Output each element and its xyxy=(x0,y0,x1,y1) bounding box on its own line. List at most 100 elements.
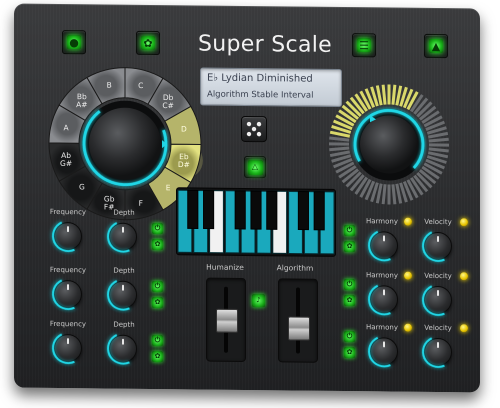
velocity-led[interactable] xyxy=(460,272,468,281)
frequency-knob[interactable] xyxy=(47,273,89,315)
dial-tick xyxy=(395,85,403,106)
frequency-label: Frequency xyxy=(49,265,87,275)
piano-black-key[interactable] xyxy=(250,190,262,230)
sliders-icon: ☰ xyxy=(357,38,371,53)
row-settings-button[interactable]: ✿ xyxy=(344,295,355,307)
gear-icon: ✿ xyxy=(346,348,353,357)
velocity-led[interactable] xyxy=(460,324,468,333)
velocity-led[interactable] xyxy=(460,218,468,227)
settings-button[interactable]: ✿ xyxy=(136,30,160,56)
piano-black-key[interactable] xyxy=(234,190,246,230)
harmony-label: Harmony xyxy=(366,217,398,226)
note-label: C xyxy=(138,81,143,90)
velocity-label: Velocity xyxy=(424,217,452,227)
harmony-led[interactable] xyxy=(404,217,412,226)
note-label: AbG# xyxy=(60,151,72,168)
plugin-panel: ● ✿ ☰ ▲ Super Scale E♭ Lydian Diminished… xyxy=(14,3,480,393)
piano-black-key[interactable] xyxy=(187,189,199,229)
frequency-label: Frequency xyxy=(49,207,87,217)
power-icon: ⏻ xyxy=(346,280,353,289)
note-label: E xyxy=(166,183,171,192)
humanize-slider-handle[interactable] xyxy=(216,308,238,333)
piano-black-key[interactable] xyxy=(297,191,309,231)
app-title: Super Scale xyxy=(198,31,332,58)
depth-knob[interactable] xyxy=(102,328,144,370)
harmony-label: Harmony xyxy=(366,323,398,332)
row-power-button[interactable]: ⏻ xyxy=(344,279,355,291)
piano-black-key[interactable] xyxy=(266,190,278,230)
harmony-led[interactable] xyxy=(404,323,412,332)
music-note-icon: ♪ xyxy=(256,296,261,305)
row-settings-button[interactable]: ✿ xyxy=(152,351,163,363)
note-label: EbD# xyxy=(178,152,190,169)
shapes-icon: △ xyxy=(247,159,263,175)
warning-icon: ▲ xyxy=(429,38,443,54)
harmony-led[interactable] xyxy=(404,271,412,280)
row-settings-button[interactable]: ✿ xyxy=(152,297,163,309)
row-power-button[interactable]: ⏻ xyxy=(152,281,163,293)
velocity-knob[interactable] xyxy=(417,279,459,321)
harmony-knob[interactable] xyxy=(363,278,405,321)
note-label: B xyxy=(107,81,112,90)
note-label: DbC# xyxy=(162,93,174,110)
warning-button[interactable]: ▲ xyxy=(424,33,448,59)
harmony-knob[interactable] xyxy=(363,330,405,373)
note-toggle-button[interactable]: ♪ xyxy=(252,294,265,308)
harmony-label: Harmony xyxy=(366,271,398,280)
dial-tick xyxy=(329,146,350,152)
row-power-button[interactable]: ⏻ xyxy=(152,335,163,347)
row-settings-button[interactable]: ✿ xyxy=(152,239,163,251)
algorithm-label: Algorithm xyxy=(276,263,314,273)
dial-tick xyxy=(329,136,350,142)
velocity-knob[interactable] xyxy=(417,225,459,267)
piano-black-key[interactable] xyxy=(313,191,325,231)
dial-tick xyxy=(427,131,449,139)
power-icon: ⏻ xyxy=(154,282,161,291)
gear-icon: ✿ xyxy=(154,240,161,249)
row-power-button[interactable]: ⏻ xyxy=(344,331,355,343)
dice-icon xyxy=(246,121,262,137)
gear-icon: ✿ xyxy=(154,298,161,307)
gear-icon: ✿ xyxy=(346,242,353,251)
randomize-dice-button[interactable] xyxy=(241,115,267,143)
dial-tick xyxy=(391,84,397,105)
frequency-knob[interactable] xyxy=(47,215,89,257)
humanize-slider[interactable] xyxy=(206,277,246,362)
row-power-button[interactable]: ⏻ xyxy=(152,223,163,235)
depth-knob[interactable] xyxy=(102,216,144,258)
depth-label: Depth xyxy=(113,320,135,329)
frequency-knob[interactable] xyxy=(47,327,89,369)
note-label: D xyxy=(181,125,187,134)
dial-tick xyxy=(329,150,351,158)
row-settings-button[interactable]: ✿ xyxy=(344,241,355,253)
gear-icon: ✿ xyxy=(346,296,353,305)
piano-black-key[interactable] xyxy=(203,190,215,230)
note-label: A xyxy=(64,123,70,132)
power-icon: ● xyxy=(67,35,81,50)
dial-tick xyxy=(428,147,449,153)
main-dial[interactable] xyxy=(326,81,452,208)
frequency-label: Frequency xyxy=(49,319,87,329)
algorithm-slider[interactable] xyxy=(278,278,318,363)
mixer-button[interactable]: ☰ xyxy=(352,33,376,58)
row-power-button[interactable]: ⏻ xyxy=(344,225,355,237)
row-settings-button[interactable]: ✿ xyxy=(344,347,355,359)
gear-icon: ✿ xyxy=(154,352,161,361)
dial-tick xyxy=(395,183,403,204)
dial-tick xyxy=(375,85,383,106)
depth-label: Depth xyxy=(113,208,135,217)
gear-icon: ✿ xyxy=(141,35,155,51)
velocity-knob[interactable] xyxy=(417,331,459,373)
algorithm-name: Algorithm Stable Interval xyxy=(207,89,314,101)
dial-tick xyxy=(375,183,383,204)
piano-keyboard[interactable] xyxy=(176,187,336,257)
note-label: BbA# xyxy=(76,92,87,109)
harmony-knob[interactable] xyxy=(363,224,405,267)
power-icon: ⏻ xyxy=(346,226,353,235)
depth-knob[interactable] xyxy=(102,274,144,316)
algorithm-slider-handle[interactable] xyxy=(288,316,310,341)
scale-display: E♭ Lydian Diminished Algorithm Stable In… xyxy=(200,67,342,107)
power-button[interactable]: ● xyxy=(62,30,86,55)
shape-mode-button[interactable]: △ xyxy=(244,155,266,179)
note-label: G xyxy=(79,182,85,191)
